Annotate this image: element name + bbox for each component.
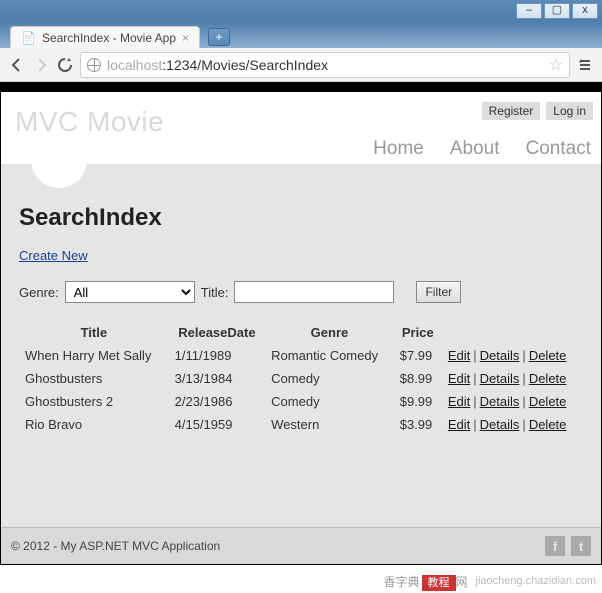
address-bar[interactable]: localhost:1234/Movies/SearchIndex ☆ xyxy=(80,52,570,78)
filter-form: Genre: All Title: Filter xyxy=(19,281,583,303)
col-release: ReleaseDate xyxy=(169,321,266,344)
url-host: localhost xyxy=(107,57,162,73)
cell-actions: Edit|Details|Delete xyxy=(442,413,583,436)
details-link[interactable]: Details xyxy=(480,348,520,363)
nav-about[interactable]: About xyxy=(450,138,500,160)
cell-genre: Comedy xyxy=(265,367,394,390)
table-row: When Harry Met Sally1/11/1989Romantic Co… xyxy=(19,344,583,367)
delete-link[interactable]: Delete xyxy=(529,348,567,363)
window-minimize-button[interactable]: – xyxy=(516,3,542,19)
col-title: Title xyxy=(19,321,169,344)
cell-price: $8.99 xyxy=(394,367,442,390)
watermark-bar: 香字典教程网 jiaocheng.chazidian.com xyxy=(0,569,602,593)
title-label: Title: xyxy=(201,285,229,300)
facebook-icon[interactable]: f xyxy=(545,536,565,556)
cell-actions: Edit|Details|Delete xyxy=(442,367,583,390)
page-favicon-icon: 📄 xyxy=(21,31,36,45)
cell-release: 3/13/1984 xyxy=(169,367,266,390)
watermark-text: 香字典教程网 xyxy=(384,573,468,590)
cell-price: $7.99 xyxy=(394,344,442,367)
cell-release: 4/15/1959 xyxy=(169,413,266,436)
browser-tab[interactable]: 📄 SearchIndex - Movie App × xyxy=(10,26,200,48)
nav-home[interactable]: Home xyxy=(373,138,424,160)
nav-contact[interactable]: Contact xyxy=(526,138,591,160)
col-price: Price xyxy=(394,321,442,344)
page-content: SearchIndex Create New Genre: All Title:… xyxy=(1,164,601,454)
cell-release: 2/23/1986 xyxy=(169,390,266,413)
cell-title: Rio Bravo xyxy=(19,413,169,436)
cell-actions: Edit|Details|Delete xyxy=(442,344,583,367)
login-link[interactable]: Log in xyxy=(546,102,593,120)
header-curve-decoration xyxy=(31,132,87,188)
back-button[interactable] xyxy=(8,56,26,74)
forward-button[interactable] xyxy=(32,56,50,74)
footer-text: © 2012 - My ASP.NET MVC Application xyxy=(11,539,220,553)
genre-select[interactable]: All xyxy=(65,281,195,303)
delete-link[interactable]: Delete xyxy=(529,371,567,386)
new-tab-button[interactable]: + xyxy=(208,28,230,46)
url-text: localhost:1234/Movies/SearchIndex xyxy=(107,57,328,73)
tab-title: SearchIndex - Movie App xyxy=(42,31,176,45)
site-footer: © 2012 - My ASP.NET MVC Application f t xyxy=(1,527,601,564)
site-globe-icon xyxy=(87,58,101,72)
delete-link[interactable]: Delete xyxy=(529,417,567,432)
watermark-url: jiaocheng.chazidian.com xyxy=(476,575,596,587)
reload-button[interactable] xyxy=(56,56,74,74)
table-row: Rio Bravo4/15/1959Western$3.99Edit|Detai… xyxy=(19,413,583,436)
cell-price: $3.99 xyxy=(394,413,442,436)
cell-genre: Romantic Comedy xyxy=(265,344,394,367)
edit-link[interactable]: Edit xyxy=(448,371,470,386)
cell-title: When Harry Met Sally xyxy=(19,344,169,367)
window-close-button[interactable]: x xyxy=(572,3,598,19)
edit-link[interactable]: Edit xyxy=(448,394,470,409)
url-path: :1234/Movies/SearchIndex xyxy=(162,57,328,73)
col-genre: Genre xyxy=(265,321,394,344)
window-title-bar: – ▢ x xyxy=(0,0,602,22)
cell-genre: Western xyxy=(265,413,394,436)
window-maximize-button[interactable]: ▢ xyxy=(544,3,570,19)
tab-close-icon[interactable]: × xyxy=(182,31,189,45)
cell-title: Ghostbusters xyxy=(19,367,169,390)
genre-label: Genre: xyxy=(19,285,59,300)
register-link[interactable]: Register xyxy=(482,102,541,120)
details-link[interactable]: Details xyxy=(480,394,520,409)
bookmark-star-icon[interactable]: ☆ xyxy=(549,55,563,75)
details-link[interactable]: Details xyxy=(480,417,520,432)
cell-genre: Comedy xyxy=(265,390,394,413)
cell-price: $9.99 xyxy=(394,390,442,413)
cell-title: Ghostbusters 2 xyxy=(19,390,169,413)
table-row: Ghostbusters 22/23/1986Comedy$9.99Edit|D… xyxy=(19,390,583,413)
site-header: MVC Movie Register Log in Home About Con… xyxy=(1,92,601,164)
table-header-row: Title ReleaseDate Genre Price xyxy=(19,321,583,344)
movies-table: Title ReleaseDate Genre Price When Harry… xyxy=(19,321,583,436)
site-logo[interactable]: MVC Movie xyxy=(15,106,164,138)
page-title: SearchIndex xyxy=(19,204,583,232)
twitter-icon[interactable]: t xyxy=(571,536,591,556)
page-body: MVC Movie Register Log in Home About Con… xyxy=(0,82,602,565)
table-row: Ghostbusters3/13/1984Comedy$8.99Edit|Det… xyxy=(19,367,583,390)
create-new-link[interactable]: Create New xyxy=(19,248,88,263)
edit-link[interactable]: Edit xyxy=(448,417,470,432)
cell-actions: Edit|Details|Delete xyxy=(442,390,583,413)
details-link[interactable]: Details xyxy=(480,371,520,386)
title-search-input[interactable] xyxy=(234,281,394,303)
delete-link[interactable]: Delete xyxy=(529,394,567,409)
tab-strip: 📄 SearchIndex - Movie App × + xyxy=(0,22,602,48)
settings-wrench-icon[interactable] xyxy=(576,56,594,74)
browser-toolbar: localhost:1234/Movies/SearchIndex ☆ xyxy=(0,48,602,82)
cell-release: 1/11/1989 xyxy=(169,344,266,367)
filter-button[interactable]: Filter xyxy=(416,281,461,303)
edit-link[interactable]: Edit xyxy=(448,348,470,363)
